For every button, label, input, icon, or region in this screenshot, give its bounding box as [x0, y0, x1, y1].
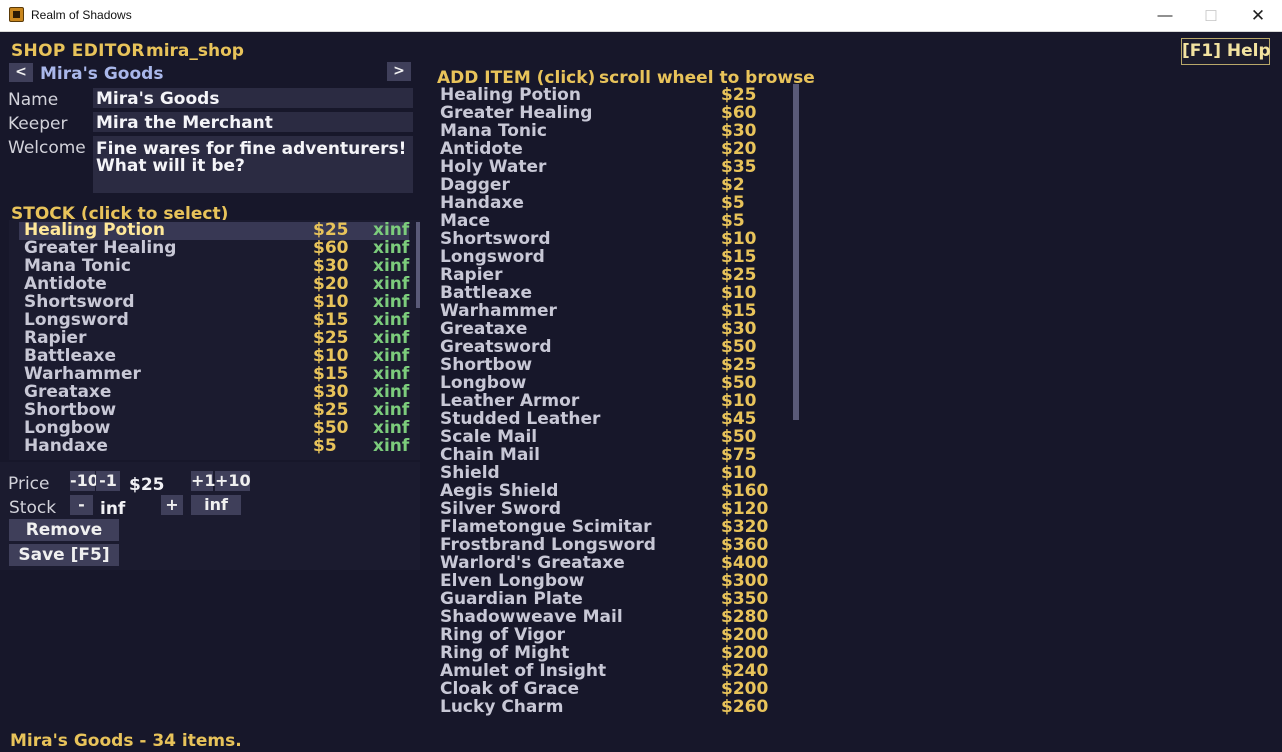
list-item[interactable]: Longbow $50 — [440, 373, 757, 393]
list-item[interactable]: Flametongue Scimitar $320 — [440, 517, 768, 537]
stock-list: Healing Potion $25 xinf Greater Healing $60… — [9, 220, 420, 460]
list-item[interactable]: Scale Mail $50 — [440, 427, 757, 447]
list-item[interactable]: Amulet of Insight $240 — [440, 661, 768, 681]
list-item[interactable]: Frostbrand Longsword $360 — [440, 535, 768, 555]
list-item[interactable]: Elven Longbow $300 — [440, 571, 768, 591]
add-item-scrollbar[interactable] — [793, 84, 799, 420]
list-item[interactable]: Longsword $15 — [440, 247, 757, 267]
shop-name-heading: Mira's Goods — [40, 64, 164, 84]
help-button[interactable]: [F1] Help — [1181, 38, 1271, 65]
price-minus1-button[interactable]: -1 — [96, 471, 120, 491]
welcome-line-2: What will it be? — [96, 156, 245, 176]
minimize-icon[interactable]: — — [1142, 0, 1188, 31]
list-item[interactable]: Shield $10 — [440, 463, 757, 483]
name-field[interactable]: Mira's Goods — [93, 88, 413, 109]
list-item[interactable]: Shortsword $10 — [440, 229, 757, 249]
list-item[interactable]: Silver Sword $120 — [440, 499, 768, 519]
list-item[interactable]: Guardian Plate $350 — [440, 589, 768, 609]
list-item[interactable]: Rapier $25 — [440, 265, 757, 285]
list-item[interactable]: Aegis Shield $160 — [440, 481, 768, 501]
window-title: Realm of Shadows — [31, 8, 132, 22]
price-plus1-button[interactable]: +1 — [191, 471, 216, 491]
prev-shop-button[interactable]: < — [9, 63, 33, 82]
list-item[interactable]: Ring of Vigor $200 — [440, 625, 768, 645]
window-titlebar: Realm of Shadows — ☐ ✕ — [0, 0, 1282, 32]
list-item[interactable]: Handaxe $5 — [440, 193, 745, 213]
stock-plus-button[interactable]: + — [161, 495, 183, 515]
status-bar: Mira's Goods - 34 items. — [10, 731, 242, 751]
list-item[interactable]: Lucky Charm $260 — [440, 697, 768, 717]
name-label: Name — [8, 90, 59, 110]
next-shop-button[interactable]: > — [387, 62, 411, 81]
page-title: SHOP EDITOR — [11, 41, 145, 61]
keeper-label: Keeper — [8, 114, 68, 134]
price-label: Price — [8, 474, 50, 494]
list-item[interactable]: Dagger $2 — [440, 175, 745, 195]
list-item[interactable]: Shadowweave Mail $280 — [440, 607, 768, 627]
list-item[interactable]: Battleaxe $10 — [440, 283, 757, 303]
list-item[interactable]: Mana Tonic $30 — [440, 121, 757, 141]
list-item[interactable]: Greatsword $50 — [440, 337, 757, 357]
list-item[interactable]: Warhammer $15 — [440, 301, 757, 321]
stock-value: inf — [100, 499, 126, 519]
list-item[interactable]: Warlord's Greataxe $400 — [440, 553, 768, 573]
app-icon — [9, 7, 24, 22]
save-button[interactable]: Save [F5] — [9, 544, 119, 566]
price-plus10-button[interactable]: +10 — [215, 471, 251, 491]
add-item-hint: scroll wheel to browse — [599, 68, 815, 88]
list-item[interactable]: Shortbow $25 — [440, 355, 757, 375]
remove-button[interactable]: Remove — [9, 519, 119, 541]
list-item[interactable]: Mace $5 — [440, 211, 745, 231]
list-item[interactable]: Ring of Might $200 — [440, 643, 768, 663]
price-minus10-button[interactable]: -10 — [70, 471, 99, 491]
price-value: $25 — [129, 475, 165, 495]
list-item[interactable]: Chain Mail $75 — [440, 445, 757, 465]
list-item[interactable]: Studded Leather $45 — [440, 409, 757, 429]
welcome-label: Welcome — [8, 138, 86, 158]
keeper-field[interactable]: Mira the Merchant — [93, 112, 413, 133]
stock-minus-button[interactable]: - — [70, 495, 93, 515]
stock-scrollbar[interactable] — [416, 222, 420, 308]
list-item[interactable]: Greater Healing $60 — [440, 103, 757, 123]
shop-id: mira_shop — [146, 41, 244, 61]
list-item[interactable]: Antidote $20 — [440, 139, 757, 159]
list-item[interactable]: Leather Armor $10 — [440, 391, 757, 411]
list-item[interactable]: Holy Water $35 — [440, 157, 757, 177]
list-item[interactable]: Greataxe $30 — [440, 319, 757, 339]
stock-infinite-button[interactable]: inf — [191, 495, 241, 515]
list-item[interactable]: Cloak of Grace $200 — [440, 679, 768, 699]
stock-row[interactable]: Handaxe $5 xinf — [19, 436, 409, 456]
welcome-field[interactable]: Fine wares for fine adventurers! What wi… — [93, 136, 413, 193]
close-icon[interactable]: ✕ — [1235, 0, 1281, 31]
maximize-icon[interactable]: ☐ — [1188, 0, 1234, 31]
list-item[interactable]: Healing Potion $25 — [440, 85, 757, 105]
stock-label: Stock — [9, 498, 57, 518]
